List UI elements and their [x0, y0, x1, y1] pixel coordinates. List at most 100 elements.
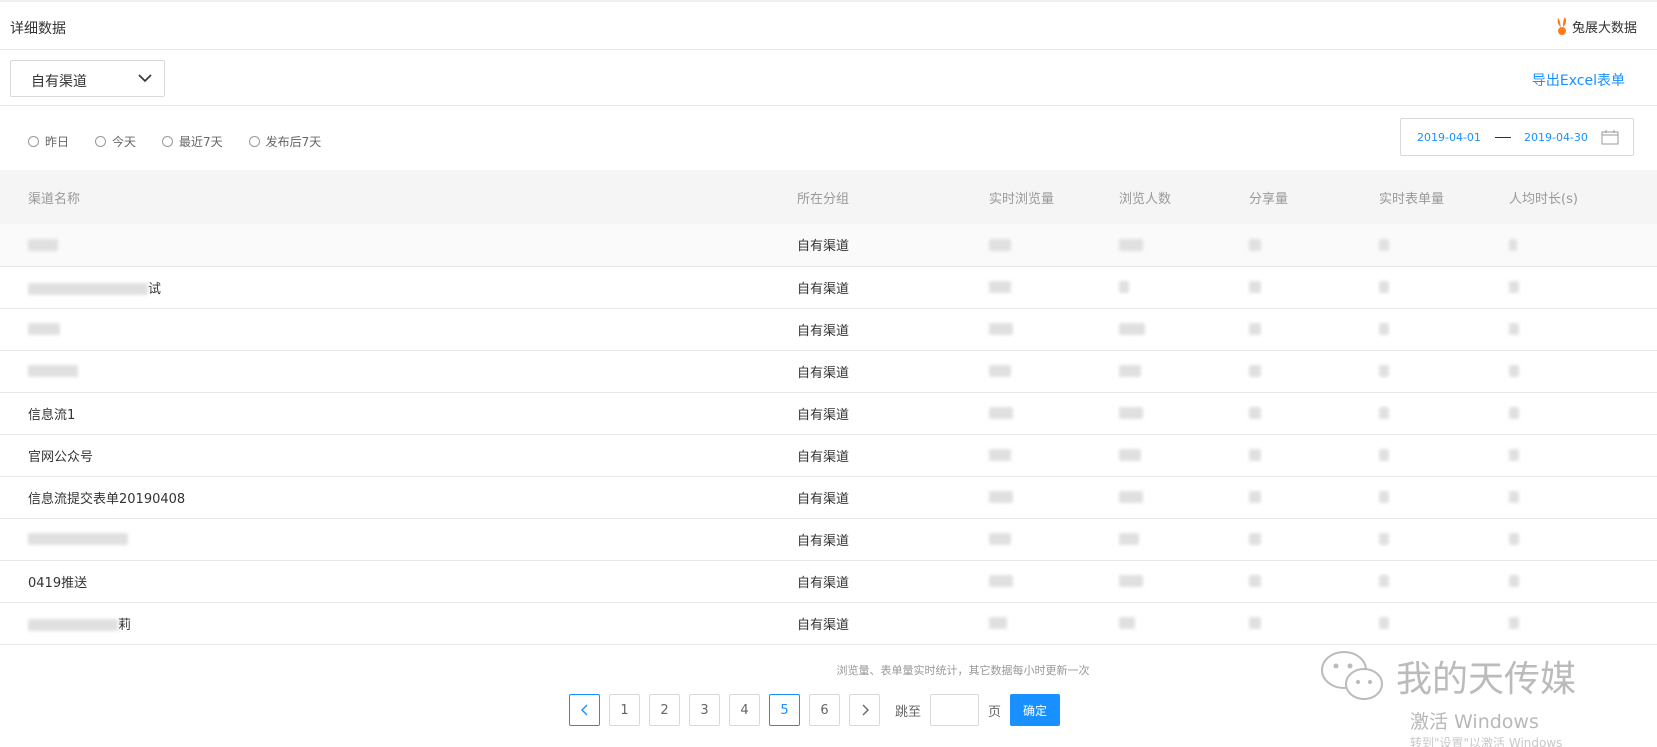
col-realtime-forms[interactable]: 实时表单量 [1379, 170, 1509, 224]
cell-redacted-metric [1249, 476, 1379, 518]
jump-label: 跳至 [895, 704, 922, 720]
cell-redacted-metric [1379, 434, 1509, 476]
radio-circle [95, 136, 107, 147]
channel-name-text: 信息流提交表单20190408 [28, 491, 186, 507]
cell-redacted-metric [1249, 602, 1379, 644]
channel-data-table: 渠道名称 所在分组 实时浏览量 浏览人数 分享量 实时表单量 人均时长(s) 自… [0, 170, 1657, 645]
chevron-down-icon [138, 74, 152, 83]
table-row: 信息流1 自有渠道 [0, 392, 1657, 434]
redacted-value [1379, 491, 1389, 503]
col-channel-name[interactable]: 渠道名称 [0, 170, 797, 224]
cell-group: 自有渠道 [797, 281, 850, 297]
cell-redacted-metric [1509, 602, 1657, 644]
cell-redacted-metric [1379, 392, 1509, 434]
redacted-value [1119, 533, 1139, 545]
page-2[interactable]: 2 [649, 694, 680, 726]
redacted-value [1249, 407, 1261, 419]
redacted-value [1119, 365, 1141, 377]
end-date[interactable]: 2019-04-30 [1524, 131, 1588, 144]
calendar-icon[interactable] [1601, 129, 1619, 145]
cell-redacted-metric [1379, 602, 1509, 644]
page-6[interactable]: 6 [809, 694, 840, 726]
watermark-text: 我的天传媒 [1396, 659, 1577, 700]
radio-label: 今天 [112, 135, 137, 149]
next-page-button[interactable] [849, 694, 880, 726]
cell-redacted-metric [1249, 560, 1379, 602]
cell-redacted-metric [1119, 266, 1249, 308]
redacted-value [989, 575, 1013, 587]
cell-redacted-metric [1379, 224, 1509, 266]
page-5[interactable]: 5 [769, 694, 800, 726]
table-row: 莉 自有渠道 [0, 602, 1657, 644]
redacted-value [1509, 407, 1519, 419]
cell-redacted-metric [1119, 476, 1249, 518]
redacted-value [1119, 323, 1145, 335]
cell-group: 自有渠道 [797, 323, 850, 339]
cell-redacted-metric [989, 560, 1119, 602]
col-visitors[interactable]: 浏览人数 [1119, 170, 1249, 224]
cell-redacted-metric [1119, 392, 1249, 434]
start-date[interactable]: 2019-04-01 [1417, 131, 1481, 144]
redacted-value [989, 491, 1013, 503]
col-shares[interactable]: 分享量 [1249, 170, 1379, 224]
cell-group: 自有渠道 [797, 449, 850, 465]
page-3[interactable]: 3 [689, 694, 720, 726]
cell-redacted-metric [1249, 518, 1379, 560]
table-row: 试 自有渠道 [0, 266, 1657, 308]
radio-label: 昨日 [45, 135, 70, 149]
windows-activation-title: 激活 Windows [1410, 711, 1539, 733]
channel-select[interactable]: 自有渠道 [10, 60, 165, 97]
radio-7-days-after-publish[interactable]: 发布后7天 [248, 133, 322, 150]
radio-today[interactable]: 今天 [95, 133, 136, 150]
radio-yesterday[interactable]: 昨日 [28, 133, 69, 150]
redacted-value [1379, 365, 1389, 377]
cell-redacted-metric [1509, 560, 1657, 602]
col-avg-duration[interactable]: 人均时长(s) [1509, 170, 1657, 224]
redacted-value [1509, 281, 1519, 293]
channel-name-text: 0419推送 [28, 575, 88, 591]
page-4[interactable]: 4 [729, 694, 760, 726]
table-row: 信息流提交表单20190408 自有渠道 [0, 476, 1657, 518]
radio-label: 发布后7天 [265, 135, 322, 149]
redacted-value [1509, 491, 1519, 503]
channel-name-text: 试 [148, 281, 162, 297]
radio-last-7-days[interactable]: 最近7天 [162, 133, 223, 150]
redacted-value [1379, 407, 1389, 419]
cell-redacted-metric [1509, 266, 1657, 308]
channel-name-text: 官网公众号 [28, 449, 94, 465]
col-realtime-views[interactable]: 实时浏览量 [989, 170, 1119, 224]
redacted-value [1249, 365, 1261, 377]
cell-redacted-metric [1379, 560, 1509, 602]
channel-name-text: 信息流1 [28, 407, 76, 423]
chevron-right-icon [862, 704, 869, 716]
brand-name: 兔展大数据 [1571, 20, 1637, 36]
wechat-icon [1321, 651, 1383, 700]
cell-redacted-metric [1379, 350, 1509, 392]
date-range-picker[interactable]: 2019-04-01 2019-04-30 [1400, 118, 1634, 156]
prev-page-button[interactable] [569, 694, 600, 726]
cell-redacted-metric [989, 350, 1119, 392]
page-1[interactable]: 1 [609, 694, 640, 726]
cell-redacted-metric [1119, 308, 1249, 350]
col-group[interactable]: 所在分组 [797, 170, 989, 224]
cell-redacted-metric [1379, 476, 1509, 518]
redacted-value [1119, 617, 1135, 629]
export-excel-button[interactable]: 导出Excel表单 [1532, 70, 1625, 90]
redacted-value [1119, 281, 1129, 293]
redacted-value [1379, 449, 1389, 461]
redacted-value [28, 619, 118, 631]
redacted-value [1119, 238, 1143, 251]
confirm-jump-button[interactable]: 确定 [1010, 694, 1061, 726]
redacted-value [1249, 238, 1261, 251]
jump-page-input[interactable] [930, 694, 980, 726]
cell-redacted-metric [989, 518, 1119, 560]
channel-name-text: 莉 [118, 617, 132, 633]
redacted-value [1379, 238, 1389, 251]
cell-redacted-metric [1119, 350, 1249, 392]
redacted-value [28, 533, 128, 545]
redacted-value [28, 283, 148, 295]
date-filter-bar: 昨日 今天 最近7天 发布后7天 2019-04-01 2019-04-30 [0, 106, 1657, 170]
cell-channel-name: 信息流提交表单20190408 [0, 476, 797, 518]
cell-group: 自有渠道 [797, 491, 850, 507]
cell-group: 自有渠道 [797, 365, 850, 381]
